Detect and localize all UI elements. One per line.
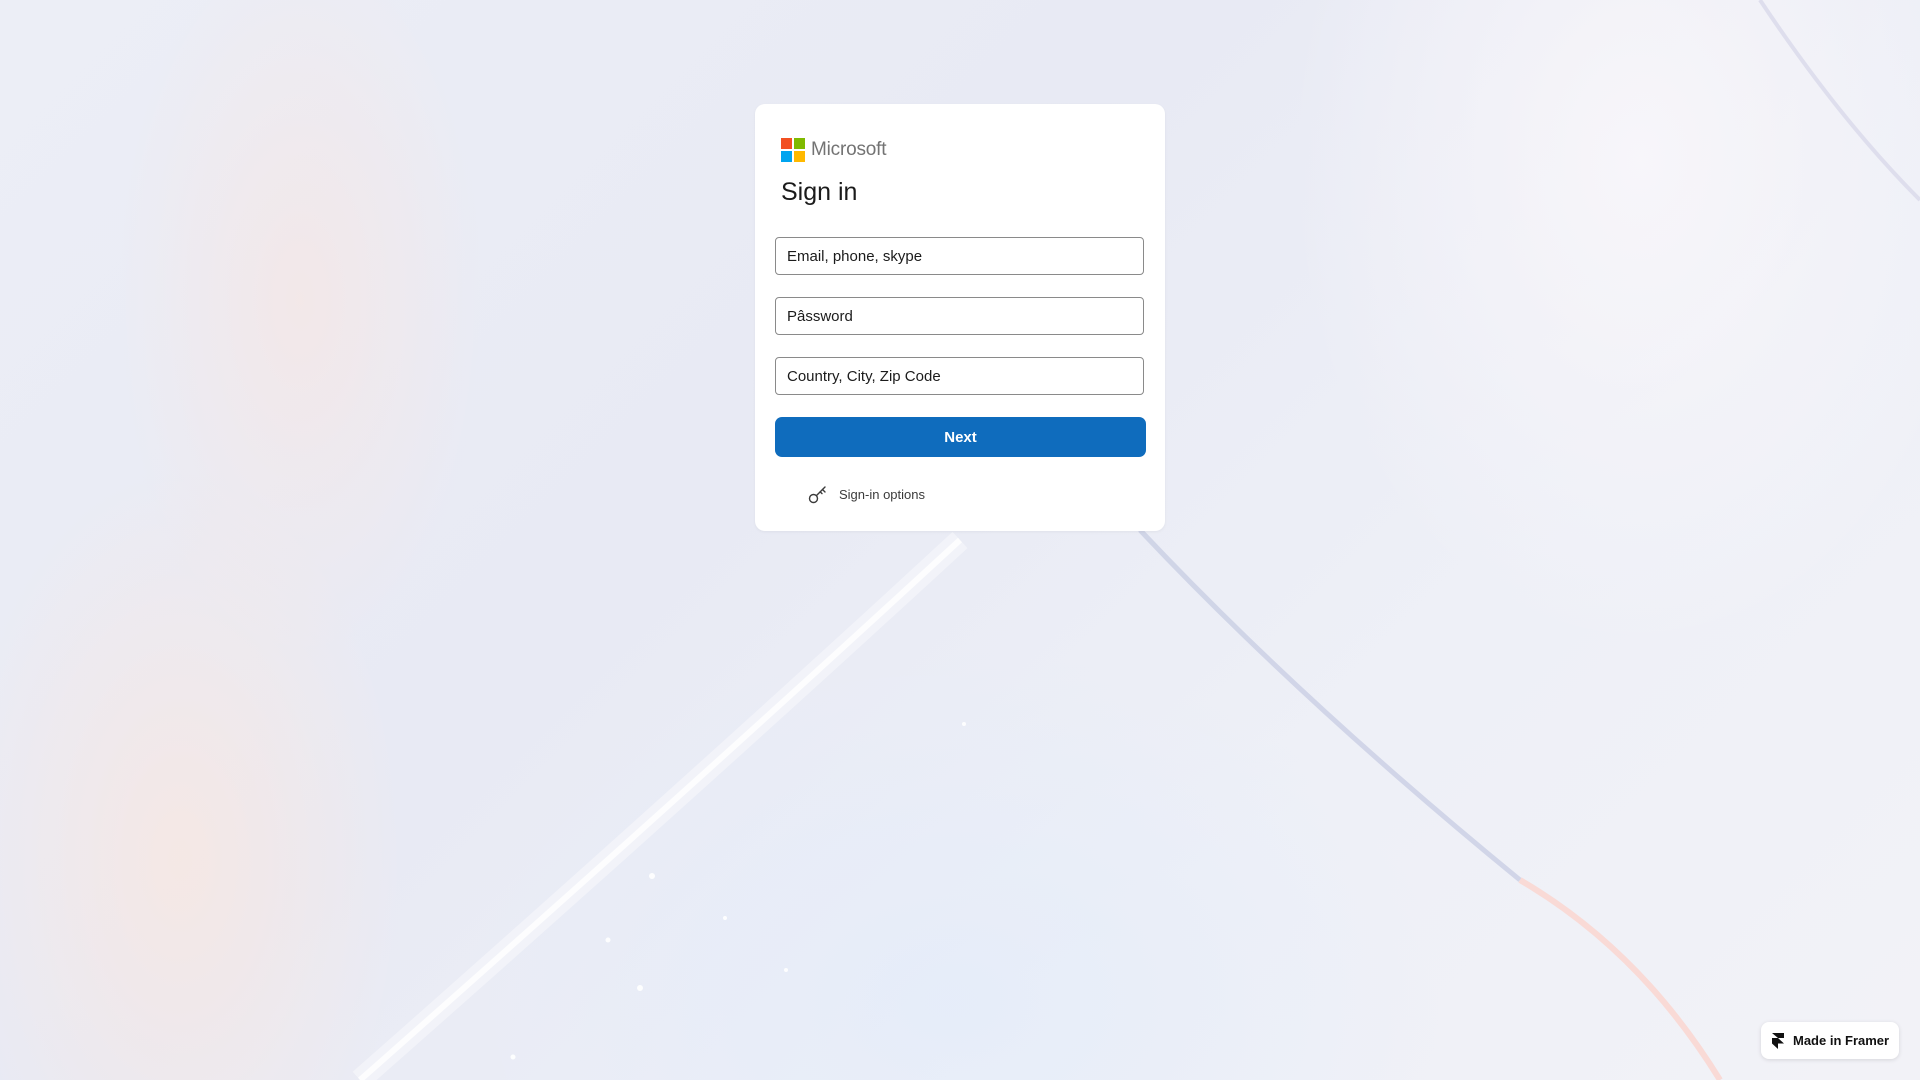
next-button[interactable]: Next — [775, 417, 1146, 457]
framer-badge-label: Made in Framer — [1793, 1033, 1890, 1048]
key-icon — [808, 486, 826, 504]
made-in-framer-badge[interactable]: Made in Framer — [1761, 1022, 1899, 1059]
logo-square-yellow — [794, 151, 805, 162]
logo-square-green — [794, 138, 805, 149]
brand-name: Microsoft — [811, 139, 887, 160]
signin-options-label: Sign-in options — [839, 486, 925, 502]
microsoft-logo: Microsoft — [781, 138, 886, 162]
email-input[interactable] — [775, 237, 1144, 275]
signin-card: Microsoft Sign in Next Sign-in options — [755, 104, 1165, 531]
microsoft-logo-icon — [781, 138, 805, 162]
logo-square-blue — [781, 151, 792, 162]
page-title: Sign in — [781, 178, 858, 206]
location-input[interactable] — [775, 357, 1144, 395]
signin-options-link[interactable]: Sign-in options — [807, 483, 925, 505]
logo-square-red — [781, 138, 792, 149]
password-input[interactable] — [775, 297, 1144, 335]
framer-logo-icon — [1772, 1032, 1784, 1049]
